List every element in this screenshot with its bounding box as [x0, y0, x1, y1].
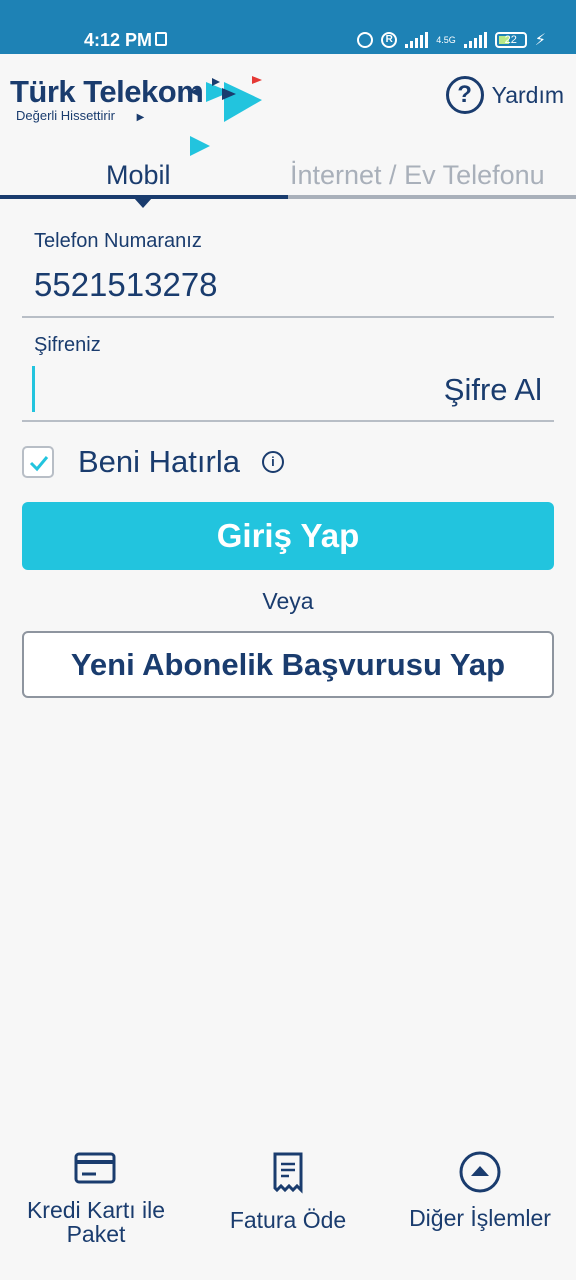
alarm-icon [357, 32, 374, 48]
password-input[interactable] [32, 366, 423, 412]
help-button[interactable]: ? Yardım [445, 76, 564, 114]
brand-tagline: Değerli Hissettirir ▶ [16, 108, 145, 123]
status-time: 4:12 PM [84, 30, 153, 50]
registered-icon: R [381, 32, 398, 48]
signal-icon-2 [463, 32, 487, 48]
status-icons: R 4.5G 22 ⚡ [357, 28, 546, 52]
charging-icon: ⚡ [534, 32, 546, 49]
nav-pay-bill[interactable]: Fatura Öde [192, 1150, 384, 1232]
status-bar: 4:12 PM R 4.5G 22 ⚡ [0, 0, 576, 54]
expand-up-icon [459, 1151, 501, 1193]
password-field[interactable]: Şifreniz Şifre Al [22, 326, 554, 422]
network-type: 4.5G [436, 34, 456, 45]
remember-checkbox[interactable] [22, 446, 54, 478]
phone-field[interactable]: Telefon Numaranız 5521513278 [22, 222, 554, 318]
help-label: Yardım [491, 81, 564, 108]
nav-credit-card-label: Kredi Kartı ile Paket [26, 1198, 166, 1242]
battery-icon: 22 [494, 32, 527, 48]
credit-card-icon [74, 1152, 116, 1184]
receipt-icon [273, 1152, 303, 1194]
nav-other-actions[interactable]: Diğer İşlemler [384, 1150, 576, 1230]
phone-label: Telefon Numaranız [34, 230, 202, 252]
tab-bar: Mobil İnternet / Ev Telefonu [0, 150, 576, 208]
checkmark-icon [29, 456, 49, 472]
remember-label: Beni Hatırla [78, 444, 240, 479]
login-button[interactable]: Giriş Yap [22, 502, 554, 570]
nav-other-actions-label: Diğer İşlemler [409, 1205, 551, 1231]
bottom-nav: Kredi Kartı ile Paket Fatura Öde Diğer İ… [0, 1150, 576, 1280]
tab-caret-icon [134, 198, 152, 208]
get-password-button[interactable]: Şifre Al [444, 372, 542, 408]
help-icon: ? [445, 76, 484, 114]
info-icon[interactable]: i [261, 451, 284, 473]
or-divider-label: Veya [262, 588, 314, 614]
brand-name: Türk Telekom [10, 74, 204, 109]
phone-input[interactable]: 5521513278 [34, 266, 218, 304]
remember-me-row: Beni Hatırla i [22, 444, 284, 480]
nav-pay-bill-label: Fatura Öde [229, 1207, 347, 1233]
signal-icon [405, 32, 429, 48]
new-subscription-button[interactable]: Yeni Abonelik Başvurusu Yap [22, 631, 554, 698]
tab-internet[interactable]: İnternet / Ev Telefonu [290, 160, 545, 191]
brand-logo: Türk Telekom Değerli Hissettirir ▶ [10, 74, 262, 156]
tab-indicator-inactive [288, 195, 576, 199]
sim-card-icon [155, 32, 167, 46]
nav-credit-card-package[interactable]: Kredi Kartı ile Paket [0, 1150, 192, 1242]
tab-mobil[interactable]: Mobil [106, 160, 171, 191]
battery-level: 22 [504, 34, 517, 46]
password-label: Şifreniz [34, 334, 101, 356]
header: Türk Telekom Değerli Hissettirir ▶ ? Yar… [0, 54, 576, 156]
